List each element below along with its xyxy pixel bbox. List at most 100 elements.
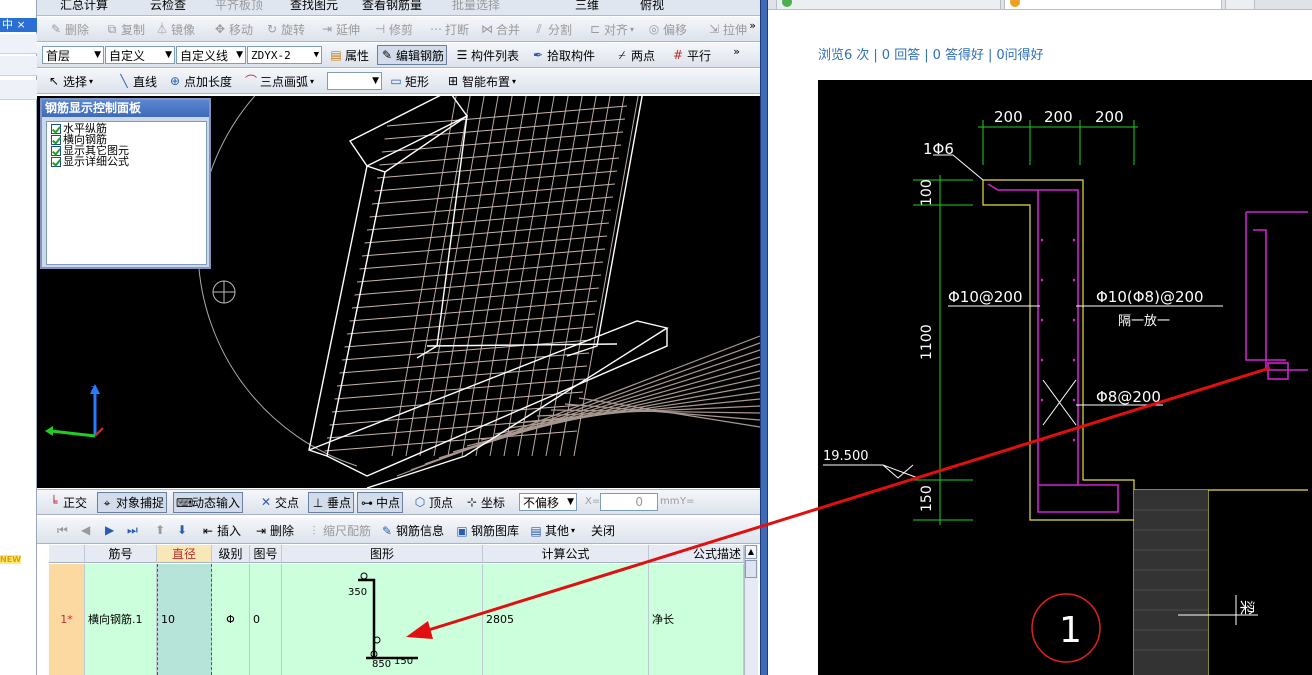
menu-align-top[interactable]: 平齐板顶 <box>215 0 263 13</box>
rotate-button[interactable]: ↻ 旋转 <box>265 17 305 41</box>
other-button[interactable]: ▤ 其他 ▾ <box>529 518 575 543</box>
perpendicular-snap[interactable]: ⊥ 垂点 <box>308 492 355 513</box>
menu-cloud-check[interactable]: 云检查 <box>150 0 186 13</box>
intersection-snap[interactable]: ✕ 交点 <box>259 490 299 514</box>
move-down-icon[interactable]: ⬇ <box>177 523 187 537</box>
next-record-icon[interactable]: ▶ <box>105 523 114 537</box>
rebar-info-icon: ✎ <box>381 523 393 538</box>
move-up-icon[interactable]: ⬆ <box>155 523 165 537</box>
type-select[interactable]: 自定义 ▼ <box>105 46 175 64</box>
checkbox-checked-icon[interactable] <box>51 123 61 134</box>
col-header-formula[interactable]: 计算公式 <box>483 545 649 563</box>
browser-tab[interactable] <box>776 0 1001 10</box>
option-show-detailed-formula[interactable]: 显示详细公式 <box>47 156 206 167</box>
attributes-button[interactable]: ▤ 属性 <box>329 43 369 67</box>
two-points-button[interactable]: ⌿ 两点 <box>615 43 655 67</box>
menu-batch-select[interactable]: 批量选择 <box>452 0 500 13</box>
delete-row-button[interactable]: ⇥ 删除 <box>254 518 294 543</box>
toolbar-more-icon[interactable]: » <box>749 19 756 32</box>
first-record-icon[interactable]: ⏮ <box>57 523 68 538</box>
table-scrollbar[interactable]: ▲ <box>744 545 758 675</box>
menu-summary-calc[interactable]: 汇总计算 <box>60 0 108 13</box>
edit-toolbar: ✎ 删除 ⧉ 复制 ⏃ 镜像 ✥ 移动 ↻ 旋转 ⇥ 延伸 ⊣ 修剪 ⋯ 打断 ⋈ 合并 ⫽ 分割 … <box>37 17 760 42</box>
select-button[interactable]: ↖ 选择 ▾ <box>47 69 93 93</box>
cell-formula[interactable]: 2805 <box>483 564 649 675</box>
cell-figure[interactable]: 350 850 150 <box>282 564 483 675</box>
offset-mode-select[interactable]: 不偏移 ▼ <box>519 493 577 511</box>
prev-record-icon[interactable]: ◀ <box>81 523 90 537</box>
pick-component-button[interactable]: ✒ 拾取构件 <box>531 43 595 67</box>
mirror-button[interactable]: ⏃ 镜像 <box>155 17 195 41</box>
cell-grade[interactable]: Φ <box>212 564 250 675</box>
component-select[interactable]: ZDYX-2 ▼ <box>247 46 322 64</box>
coordinate-snap[interactable]: ⊹ 坐标 <box>465 490 505 514</box>
align-button[interactable]: ⊏ 对齐 ▾ <box>588 17 634 41</box>
left-pane-header[interactable]: 中 × <box>0 18 37 32</box>
component-list-button[interactable]: ☰ 构件列表 <box>455 43 519 67</box>
col-header-diameter[interactable]: 直径(mm) <box>157 545 212 579</box>
break-button[interactable]: ⋯ 打断 <box>429 17 469 41</box>
left-pane-row[interactable] <box>0 80 37 100</box>
offset-button[interactable]: ◎ 偏移 <box>647 17 687 41</box>
extend-button[interactable]: ⇥ 延伸 <box>320 17 360 41</box>
stat-good-answers[interactable]: 0 答得好 <box>933 48 984 63</box>
line-button[interactable]: ╲ 直线 <box>117 69 157 93</box>
menu-find[interactable]: 查找图元 <box>290 0 338 13</box>
parallel-button[interactable]: # 平行 <box>671 43 711 67</box>
cell-figure-no[interactable]: 0 <box>250 564 282 675</box>
browser-tab-active[interactable] <box>1004 0 1222 10</box>
toolbar-more-icon[interactable]: » <box>733 45 740 58</box>
three-point-arc-button[interactable]: ⌒ 三点画弧 ▾ <box>244 69 314 93</box>
vertex-snap[interactable]: ⬡ 顶点 <box>413 490 453 514</box>
object-snap-toggle[interactable]: ⌖ 对象捕捉 <box>97 492 168 513</box>
trim-button[interactable]: ⊣ 修剪 <box>373 17 413 41</box>
col-header-figure-no[interactable]: 图号 <box>250 545 282 563</box>
edit-rebar-button[interactable]: ✎ 编辑钢筋 <box>377 45 448 65</box>
move-button[interactable]: ✥ 移动 <box>213 17 253 41</box>
checkbox-checked-icon[interactable] <box>51 145 61 156</box>
rebar-info-button[interactable]: ✎ 钢筋信息 <box>380 518 444 543</box>
subtype-select[interactable]: 自定义线 ▼ <box>176 46 246 64</box>
col-header-name[interactable]: 筋号 <box>85 545 157 563</box>
x-input[interactable]: 0 <box>600 493 658 511</box>
cell-name[interactable]: 横向钢筋.1 <box>85 564 157 675</box>
ortho-toggle[interactable]: ╘ 正交 <box>47 490 87 514</box>
merge-button[interactable]: ⋈ 合并 <box>480 17 520 41</box>
floor-select[interactable]: 首层 ▼ <box>42 46 104 64</box>
last-record-icon[interactable]: ⏭ <box>127 523 138 538</box>
insert-button[interactable]: ⇤ 插入 <box>201 518 241 543</box>
stretch-button[interactable]: ⇲ 拉伸 <box>707 17 747 41</box>
scroll-up-icon[interactable]: ▲ <box>745 545 757 559</box>
col-header-figure[interactable]: 图形 <box>282 545 483 563</box>
smart-layout-button[interactable]: ⊞ 智能布置 ▾ <box>446 69 516 93</box>
perpendicular-icon: ⊥ <box>312 495 324 510</box>
scroll-thumb[interactable] <box>745 560 757 578</box>
scale-rebar-button[interactable]: ⫶ 缩尺配筋 <box>307 518 371 543</box>
menu-top-view[interactable]: 俯视 <box>640 0 664 13</box>
checkbox-checked-icon[interactable] <box>51 134 61 145</box>
checkbox-checked-icon[interactable] <box>51 156 61 167</box>
midpoint-snap[interactable]: ⊶ 中点 <box>357 492 404 513</box>
col-header-grade[interactable]: 级别 <box>212 545 250 563</box>
split-button[interactable]: ⫽ 分割 <box>532 17 572 41</box>
new-tab-button[interactable] <box>1225 0 1255 10</box>
stat-answers[interactable]: 0 回答 <box>882 48 920 63</box>
rebar-library-button[interactable]: ▣ 钢筋图库 <box>455 518 519 543</box>
arc-option-select[interactable]: ▼ <box>327 72 382 90</box>
copy-button[interactable]: ⧉ 复制 <box>105 17 145 41</box>
menu-view-rebar[interactable]: 查看钢筋量 <box>362 0 422 13</box>
point-length-button[interactable]: ⊕ 点加长度 <box>168 69 232 93</box>
scale-rebar-icon: ⫶ <box>312 523 316 538</box>
cell-diameter[interactable]: 10 <box>157 564 212 675</box>
col-header-description[interactable]: 公式描述 <box>649 545 744 563</box>
stat-good-questions[interactable]: 0问得好 <box>996 48 1043 63</box>
close-button[interactable]: 关闭 <box>591 518 615 543</box>
rect-button[interactable]: ▭ 矩形 <box>389 69 429 93</box>
left-pane-row[interactable] <box>0 56 37 76</box>
left-pane-row[interactable] <box>0 34 37 54</box>
delete-button[interactable]: ✎ 删除 <box>49 17 89 41</box>
cell-description[interactable]: 净长 <box>649 564 744 675</box>
dynamic-input-toggle[interactable]: ⌨ 动态输入 <box>173 492 244 513</box>
cad-label-rebar-right: Φ10(Φ8)@200 <box>1096 288 1204 306</box>
menu-3d[interactable]: 三维 <box>575 0 599 13</box>
